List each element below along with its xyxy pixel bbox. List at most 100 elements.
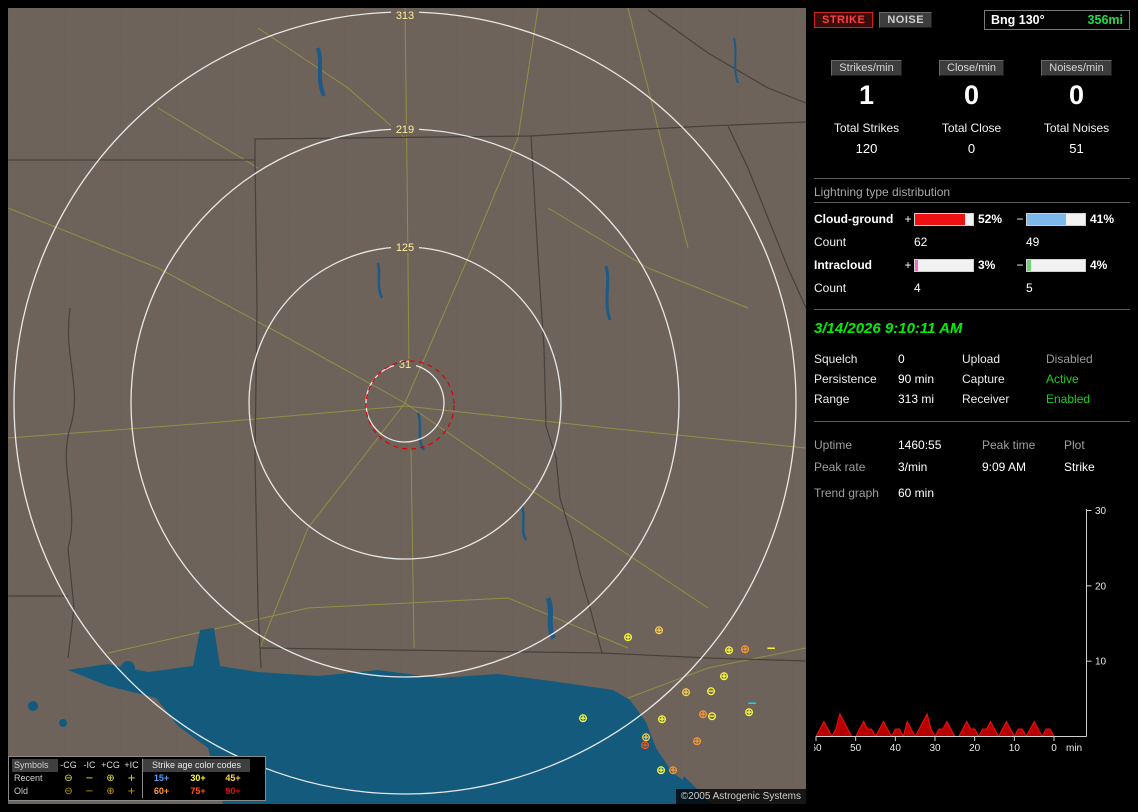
svg-text:20: 20 <box>1095 581 1107 592</box>
plot-label: Plot <box>1064 438 1118 452</box>
plus-sign: + <box>902 258 914 272</box>
ring-label-125: 125 <box>396 242 414 254</box>
cloud-ground-label: Cloud-ground <box>814 212 902 226</box>
indicator-bar: STRIKE NOISE Bng 130° 356mi <box>814 10 1130 30</box>
ic-plus-count: 4 <box>914 281 1014 295</box>
cg-plus-bar <box>914 213 974 226</box>
ic-plus-percent: 3% <box>974 258 1014 272</box>
persistence-value: 90 min <box>898 372 962 386</box>
total-noises-value: 51 <box>1024 141 1129 156</box>
squelch-label: Squelch <box>814 352 898 366</box>
bearing-label: Bng 130° <box>991 13 1045 27</box>
close-per-min-label: Close/min <box>939 60 1004 76</box>
status-table: Squelch 0 Upload Disabled Persistence 90… <box>814 349 1130 409</box>
upload-status: Disabled <box>1046 352 1118 366</box>
total-close-label: Total Close <box>919 121 1024 135</box>
cg-minus-percent: 41% <box>1086 212 1122 226</box>
plot-value: Strike <box>1064 460 1118 474</box>
svg-text:50: 50 <box>850 743 862 754</box>
svg-text:10: 10 <box>1095 657 1107 668</box>
ic-minus-percent: 4% <box>1086 258 1122 272</box>
trend-series <box>816 714 1054 737</box>
stats-table: Uptime 1460:55 Peak time Plot Peak rate … <box>814 434 1130 478</box>
count-label: Count <box>814 235 902 249</box>
capture-status: Active <box>1046 372 1118 386</box>
age-15-label: 15+ <box>142 772 180 785</box>
bearing-readout: Bng 130° 356mi <box>984 10 1130 30</box>
legend-col-pos-cg: +CG <box>100 759 121 772</box>
count-label: Count <box>814 281 902 295</box>
svg-text:40: 40 <box>890 743 902 754</box>
age-75-label: 75+ <box>180 785 216 798</box>
strikes-per-min-label: Strikes/min <box>831 60 901 76</box>
pos-cg-old-icon: ⊕ <box>100 785 121 798</box>
distribution-title: Lightning type distribution <box>814 185 1130 203</box>
neg-ic-old-icon: − <box>79 785 100 798</box>
neg-cg-old-icon: ⊖ <box>58 785 79 798</box>
legend-col-neg-cg: -CG <box>58 759 79 772</box>
cloud-ground-row: Cloud-ground + 52% − 41% <box>814 212 1130 226</box>
separator <box>814 309 1130 310</box>
cg-plus-count: 62 <box>914 235 1014 249</box>
peak-rate-value: 3/min <box>898 460 982 474</box>
trend-header: Trend graph 60 min <box>814 486 1130 500</box>
datetime-display: 3/14/2026 9:10:11 AM <box>814 320 1130 337</box>
strike-indicator-button[interactable]: STRIKE <box>814 12 873 28</box>
age-30-label: 30+ <box>180 772 216 785</box>
total-strikes-value: 120 <box>814 141 919 156</box>
cg-plus-percent: 52% <box>974 212 1014 226</box>
pos-ic-recent-icon: + <box>121 772 142 785</box>
svg-text:10: 10 <box>1009 743 1021 754</box>
legend-col-neg-ic: -IC <box>79 759 100 772</box>
copyright-label: ©2005 Astrogenic Systems <box>676 789 806 804</box>
legend-age-header: Strike age color codes <box>142 759 250 772</box>
trend-x-ticks: 6050403020100min <box>814 737 1082 755</box>
strikes-per-min-value: 1 <box>859 80 874 111</box>
svg-text:30: 30 <box>929 743 941 754</box>
legend-row-recent-label: Recent <box>12 772 58 785</box>
noises-per-min-value: 0 <box>1069 80 1084 111</box>
cg-minus-count: 49 <box>1026 235 1122 249</box>
stormvue-window: 313 219 125 31 ⊕⊕⊕⊕−⊕⊕⊖⊕⊕⊕⊕⊕⊕⊖⊕−⊕⊕ Symbo… <box>0 0 1138 812</box>
totals-row: Total Strikes 120 Total Close 0 Total No… <box>814 121 1130 156</box>
minus-sign: − <box>1014 258 1026 272</box>
separator <box>814 178 1130 179</box>
close-per-min-value: 0 <box>964 80 979 111</box>
range-value: 313 mi <box>898 392 962 406</box>
squelch-value: 0 <box>898 352 962 366</box>
control-panel: STRIKE NOISE Bng 130° 356mi Strikes/min … <box>814 8 1130 804</box>
upload-label: Upload <box>962 352 1046 366</box>
ic-minus-bar <box>1026 259 1086 272</box>
strike-map[interactable]: 313 219 125 31 ⊕⊕⊕⊕−⊕⊕⊖⊕⊕⊕⊕⊕⊕⊖⊕−⊕⊕ Symbo… <box>8 8 806 804</box>
legend-symbols-header: Symbols <box>12 759 58 772</box>
neg-ic-recent-icon: − <box>79 772 100 785</box>
ic-minus-count: 5 <box>1026 281 1122 295</box>
receiver-label: Receiver <box>962 392 1046 406</box>
cg-minus-bar <box>1026 213 1086 226</box>
range-label: Range <box>814 392 898 406</box>
noise-indicator-button[interactable]: NOISE <box>879 12 932 28</box>
age-60-label: 60+ <box>142 785 180 798</box>
trend-y-ticks: 30 20 10 <box>1087 506 1107 668</box>
age-45-label: 45+ <box>216 772 250 785</box>
svg-text:30: 30 <box>1095 506 1107 517</box>
map-legend: Symbols -CG -IC +CG +IC Strike age color… <box>8 756 266 801</box>
pos-cg-recent-icon: ⊕ <box>100 772 121 785</box>
svg-text:20: 20 <box>969 743 981 754</box>
noises-per-min-label: Noises/min <box>1041 60 1111 76</box>
total-strikes-label: Total Strikes <box>814 121 919 135</box>
svg-text:0: 0 <box>1051 743 1057 754</box>
trend-window-value: 60 min <box>898 486 1130 500</box>
plus-sign: + <box>902 212 914 226</box>
ring-label-219: 219 <box>396 124 414 136</box>
cloud-ground-count-row: Count 62 49 <box>814 235 1130 249</box>
neg-cg-recent-icon: ⊖ <box>58 772 79 785</box>
minus-sign: − <box>1014 212 1026 226</box>
svg-text:60: 60 <box>814 743 822 754</box>
total-noises-label: Total Noises <box>1024 121 1129 135</box>
peak-rate-label: Peak rate <box>814 460 898 474</box>
intracloud-row: Intracloud + 3% − 4% <box>814 258 1130 272</box>
pos-ic-old-icon: + <box>121 785 142 798</box>
legend-col-pos-ic: +IC <box>121 759 142 772</box>
intracloud-label: Intracloud <box>814 258 902 272</box>
